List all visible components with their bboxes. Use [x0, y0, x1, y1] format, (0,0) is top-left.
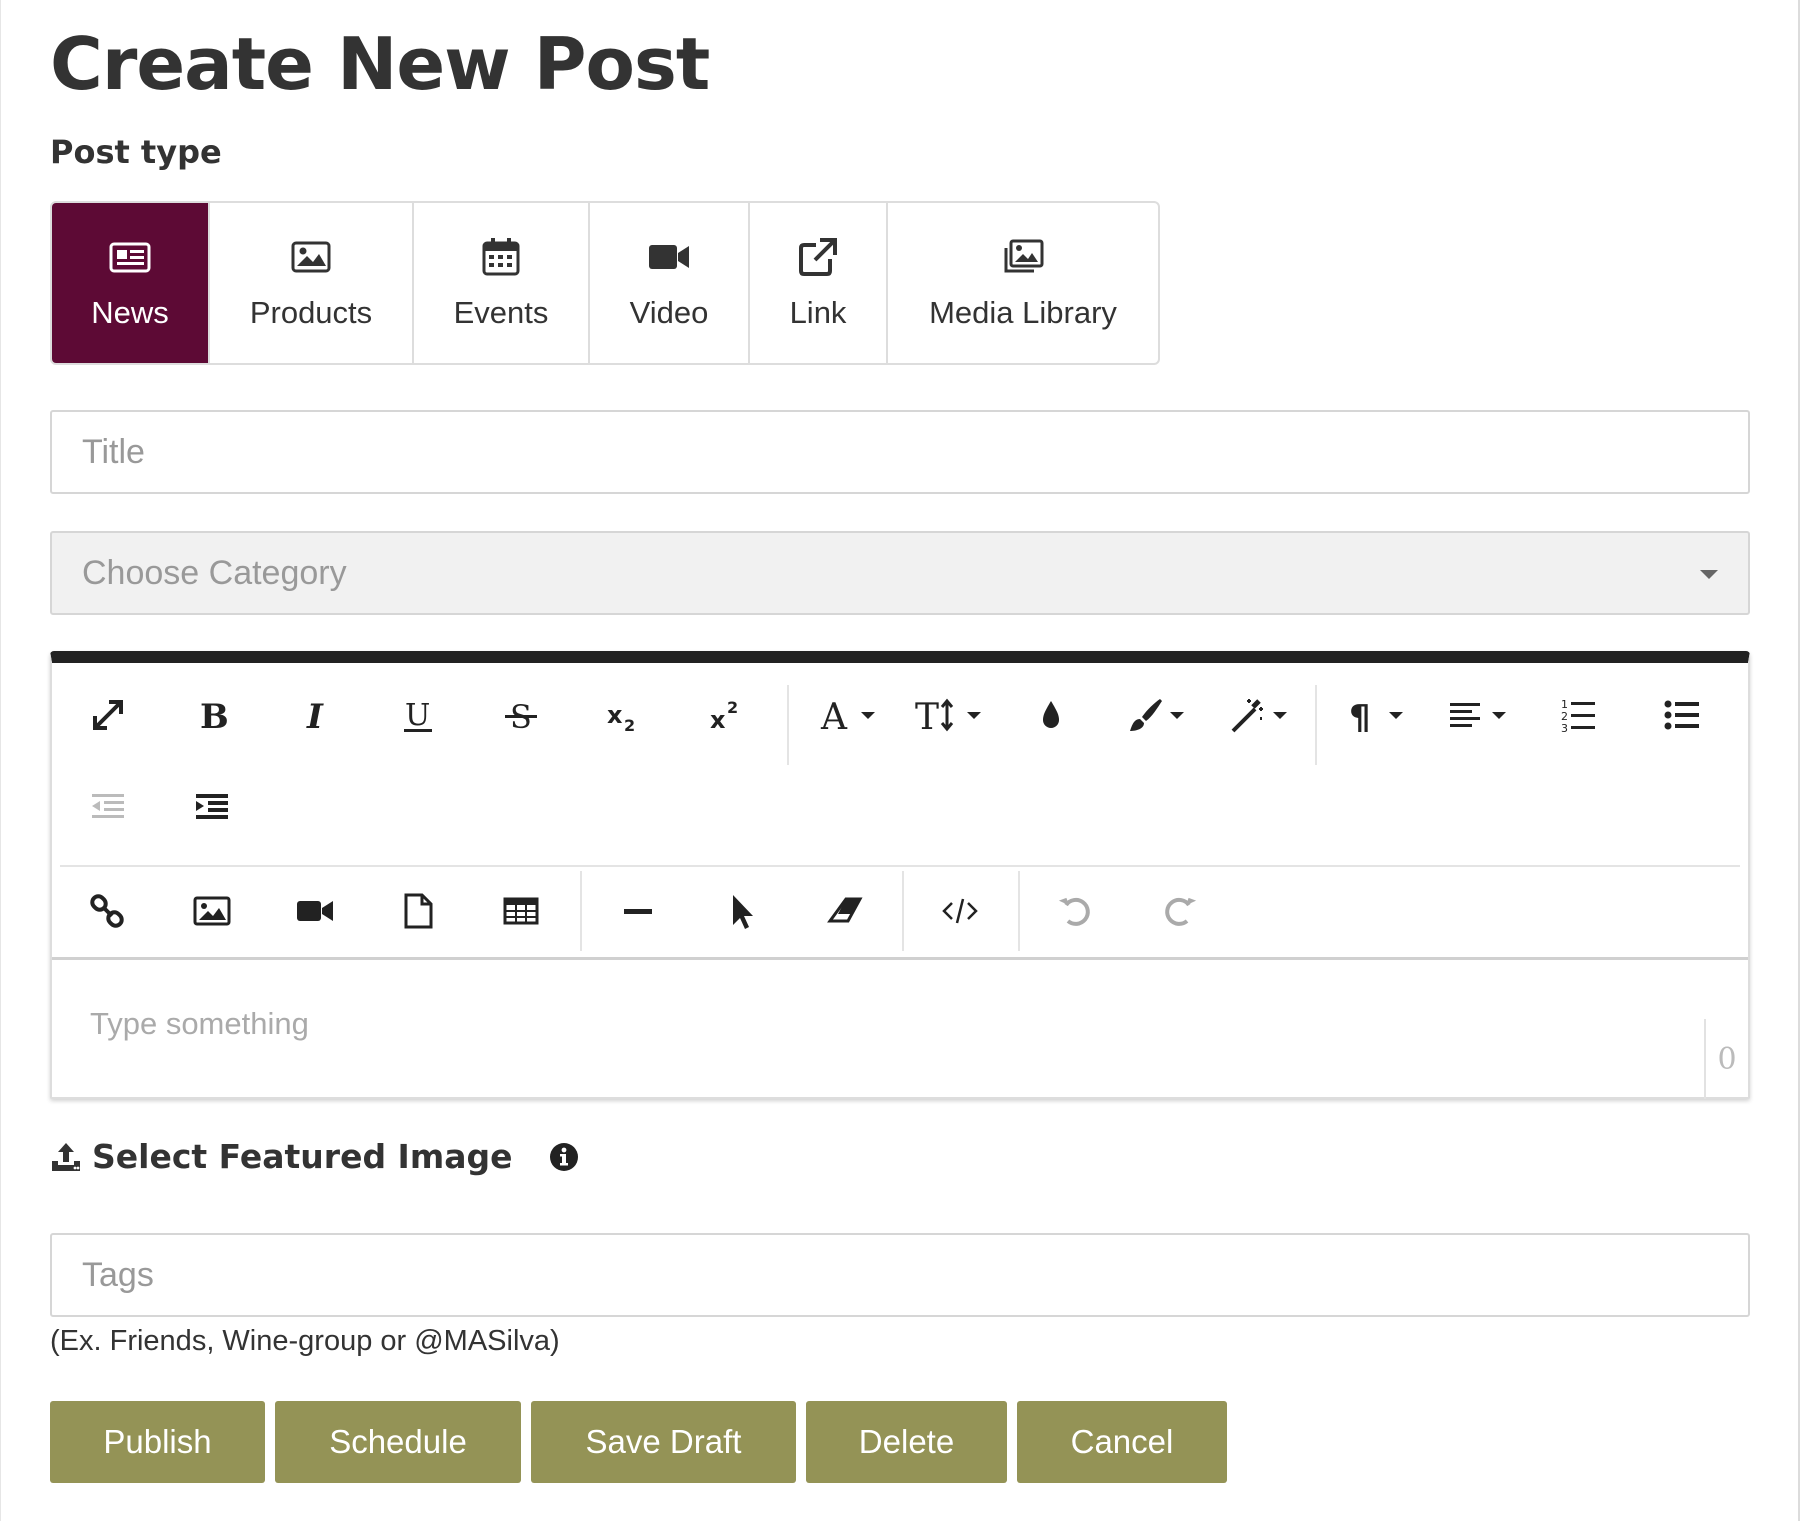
svg-text:A: A — [820, 697, 848, 735]
publish-button[interactable]: Publish — [50, 1401, 265, 1483]
post-type-link-label: Link — [789, 295, 847, 330]
info-icon[interactable] — [549, 1142, 579, 1172]
select-all-icon[interactable] — [693, 871, 789, 951]
title-placeholder: Title — [82, 432, 145, 471]
title-input[interactable]: Title — [50, 410, 1750, 494]
redo-icon[interactable] — [1131, 871, 1227, 951]
insert-video-icon[interactable] — [267, 871, 363, 951]
editor-toolbar-row-1: B I U S x2 x2 A T ¶ 123 — [52, 675, 1748, 765]
category-placeholder: Choose Category — [82, 553, 347, 592]
tags-placeholder: Tags — [82, 1255, 154, 1294]
toolbar-separator — [580, 871, 582, 951]
images-stack-icon — [1004, 239, 1044, 273]
tags-input[interactable]: Tags — [50, 1233, 1750, 1317]
external-link-icon — [799, 238, 837, 276]
font-size-icon[interactable]: T — [900, 675, 996, 755]
insert-table-icon[interactable] — [473, 871, 569, 951]
post-type-events-label: Events — [453, 295, 549, 330]
indent-icon[interactable] — [164, 767, 260, 847]
tags-hint: (Ex. Friends, Wine-group or @MASilva) — [50, 1325, 560, 1357]
svg-text:I: I — [306, 697, 324, 735]
svg-text:2: 2 — [624, 716, 635, 735]
action-buttons: Publish Schedule Save Draft Delete Cance… — [50, 1401, 1237, 1483]
underline-icon[interactable]: U — [370, 675, 466, 755]
undo-icon[interactable] — [1028, 871, 1124, 951]
page-left-border — [0, 0, 1, 1521]
fullscreen-icon[interactable] — [60, 675, 156, 755]
svg-text:x: x — [607, 701, 623, 729]
post-type-label: Post type — [50, 133, 222, 171]
insert-link-icon[interactable] — [60, 871, 156, 951]
character-counter: 0 — [1704, 1019, 1748, 1099]
video-camera-icon — [649, 245, 689, 269]
svg-text:¶: ¶ — [1349, 698, 1371, 735]
editor-toolbar-row-2 — [52, 871, 1748, 951]
clear-formatting-icon[interactable] — [796, 871, 892, 951]
post-type-media-library-label: Media Library — [929, 295, 1117, 330]
text-color-icon[interactable] — [1003, 675, 1099, 755]
background-color-icon[interactable] — [1106, 675, 1202, 755]
svg-text:3: 3 — [1561, 722, 1568, 735]
page-title: Create New Post — [50, 22, 710, 106]
svg-text:B: B — [200, 697, 229, 735]
chevron-down-icon — [1700, 570, 1718, 579]
svg-text:T: T — [915, 697, 939, 735]
post-type-news[interactable]: News — [52, 203, 210, 363]
subscript-icon[interactable]: x2 — [576, 675, 672, 755]
svg-text:2: 2 — [727, 698, 738, 717]
editor-toolbar-row-1b — [52, 767, 1748, 847]
toolbar-separator — [902, 871, 904, 951]
unordered-list-icon[interactable] — [1634, 675, 1730, 755]
code-view-icon[interactable] — [912, 871, 1008, 951]
svg-text:x: x — [710, 706, 726, 734]
toolbar-separator — [1315, 685, 1317, 765]
italic-icon[interactable]: I — [267, 675, 363, 755]
superscript-icon[interactable]: x2 — [679, 675, 775, 755]
newspaper-icon — [109, 242, 151, 273]
post-type-events[interactable]: Events — [414, 203, 590, 363]
insert-file-icon[interactable] — [370, 871, 466, 951]
toolbar-divider — [60, 865, 1740, 867]
editor-content-area[interactable] — [52, 960, 1704, 1097]
insert-image-icon[interactable] — [164, 871, 260, 951]
outdent-icon[interactable] — [60, 767, 156, 847]
inline-style-icon[interactable] — [1209, 675, 1305, 755]
featured-image-picker[interactable]: Select Featured Image — [50, 1137, 579, 1176]
post-type-link[interactable]: Link — [750, 203, 888, 363]
bold-icon[interactable]: B — [164, 675, 260, 755]
strikethrough-icon[interactable]: S — [473, 675, 569, 755]
save-draft-button[interactable]: Save Draft — [531, 1401, 796, 1483]
ordered-list-icon[interactable]: 123 — [1531, 675, 1627, 755]
paragraph-format-icon[interactable]: ¶ — [1325, 675, 1421, 755]
category-select[interactable]: Choose Category — [50, 531, 1750, 615]
cancel-button[interactable]: Cancel — [1017, 1401, 1227, 1483]
font-family-icon[interactable]: A — [797, 675, 893, 755]
post-type-media-library[interactable]: Media Library — [888, 203, 1158, 363]
post-type-video-label: Video — [629, 295, 709, 330]
post-type-selector: News Products Events Video Link Media Li… — [50, 201, 1160, 365]
toolbar-separator — [1018, 871, 1020, 951]
image-icon — [291, 241, 331, 273]
toolbar-separator — [787, 685, 789, 765]
post-type-products[interactable]: Products — [210, 203, 414, 363]
schedule-button[interactable]: Schedule — [275, 1401, 521, 1483]
post-type-news-label: News — [91, 295, 169, 330]
featured-image-label: Select Featured Image — [92, 1137, 513, 1176]
delete-button[interactable]: Delete — [806, 1401, 1007, 1483]
post-type-products-label: Products — [249, 295, 373, 330]
rich-text-editor: B I U S x2 x2 A T ¶ 123 Type something 0 — [50, 651, 1750, 1099]
horizontal-line-icon[interactable] — [590, 871, 686, 951]
svg-text:U: U — [405, 698, 430, 733]
calendar-icon — [482, 238, 520, 276]
post-type-video[interactable]: Video — [590, 203, 750, 363]
align-icon[interactable] — [1428, 675, 1524, 755]
upload-icon — [52, 1142, 80, 1171]
